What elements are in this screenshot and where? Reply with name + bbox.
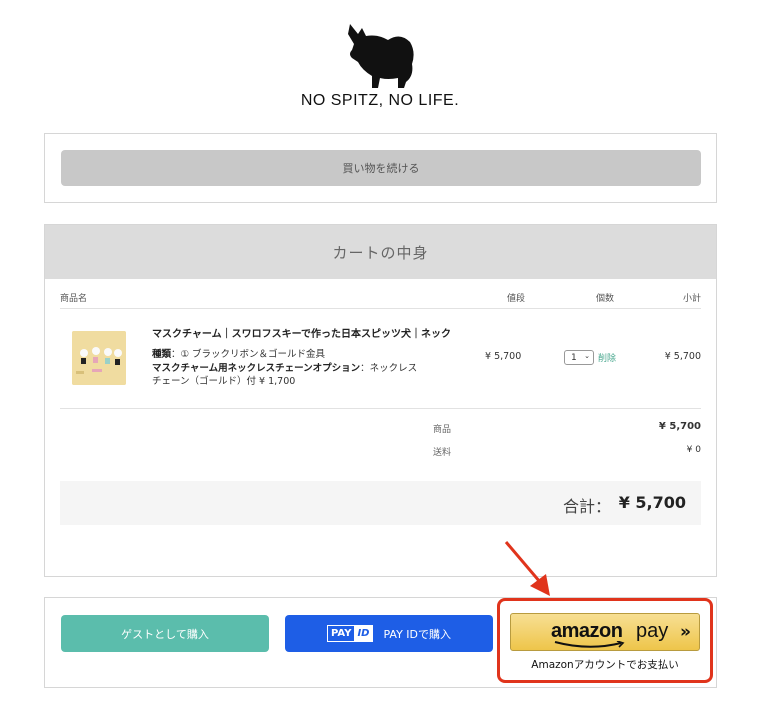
cart-panel: カートの中身 商品名 値段 個数 小計 マスクチャーム｜スワロフスキーで作った日… <box>44 224 717 577</box>
option-value: ：① ブラックリボン＆ゴールド金具 <box>171 349 326 360</box>
product-option-chain: マスクチャーム用ネックレスチェーンオプション：ネックレス <box>152 360 417 374</box>
column-header-qty: 個数 <box>596 294 615 304</box>
total-label: 合計： <box>562 497 611 516</box>
amazon-pay-note: Amazonアカウントでお支払い <box>531 659 679 671</box>
item-subtotal: ¥ 5,700 <box>664 351 701 362</box>
continue-shopping-button[interactable]: 買い物を続ける <box>61 150 701 186</box>
column-header-price: 値段 <box>507 294 526 304</box>
goods-value: ¥ 5,700 <box>658 421 701 432</box>
column-header-subtotal: 小計 <box>682 294 701 304</box>
amazon-smile-icon <box>554 641 625 648</box>
product-option-chain-cont: チェーン（ゴールド）付 ¥ 1,700 <box>152 376 296 387</box>
cart-title: カートの中身 <box>45 225 716 279</box>
amazon-pay-button[interactable]: amazon pay » <box>510 613 700 651</box>
shipping-label: 送料 <box>433 448 452 458</box>
chevron-down-icon: ⌄ <box>584 352 590 360</box>
payid-checkout-button[interactable]: PAY ID PAY IDで購入 <box>285 615 493 652</box>
guest-checkout-button[interactable]: ゲストとして購入 <box>61 615 269 652</box>
divider <box>60 308 701 309</box>
divider <box>60 408 701 409</box>
delete-item-link[interactable]: 削除 <box>598 351 616 364</box>
red-arrow-icon <box>504 541 550 596</box>
amazon-word: amazon <box>551 620 623 642</box>
total-box: 合計： ¥ 5,700 <box>60 481 701 525</box>
product-name[interactable]: マスクチャーム｜スワロフスキーで作った日本スピッツ犬｜ネック <box>152 325 451 340</box>
product-thumbnail[interactable] <box>72 331 126 385</box>
option-value: ：ネックレス <box>360 363 418 374</box>
quantity-value: 1 <box>571 352 577 363</box>
shop-logo-text: NO SPITZ, NO LIFE. <box>300 92 460 109</box>
spitz-dog-logo-icon <box>348 24 414 88</box>
product-option-type: 種類：① ブラックリボン＆ゴールド金具 <box>152 346 325 360</box>
quantity-select[interactable]: 1 ⌄ <box>564 350 594 365</box>
total-value: ¥ 5,700 <box>618 493 686 512</box>
shipping-value: ¥ 0 <box>686 445 701 455</box>
payid-button-label: PAY IDで購入 <box>383 627 451 641</box>
shop-logo[interactable]: NO SPITZ, NO LIFE. <box>0 18 760 110</box>
double-chevron-right-icon: » <box>680 622 691 642</box>
column-header-product: 商品名 <box>60 294 88 304</box>
continue-shopping-panel: 買い物を続ける <box>44 133 717 203</box>
option-label: 種類 <box>152 349 172 360</box>
goods-label: 商品 <box>433 425 452 435</box>
item-price: ¥ 5,700 <box>485 351 522 362</box>
payid-logo-icon: PAY ID <box>327 625 374 642</box>
amazon-pay-word: pay <box>636 620 669 642</box>
product-image <box>72 331 126 385</box>
